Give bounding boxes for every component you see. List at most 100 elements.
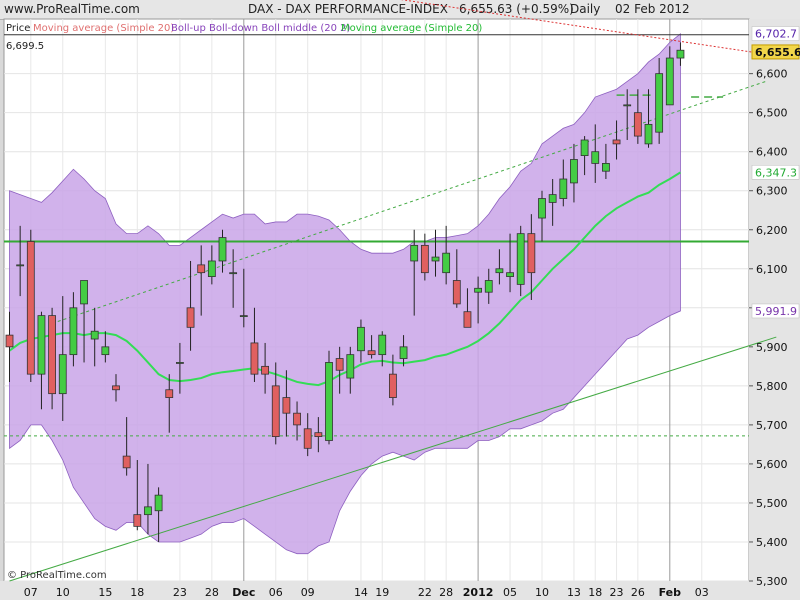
y-tick-label: 5,900 — [756, 341, 788, 354]
x-tick-label: 2012 — [463, 586, 494, 599]
x-tick-label: 06 — [269, 586, 283, 599]
candle-up — [229, 272, 238, 275]
x-tick-label: 23 — [610, 586, 624, 599]
candle-up — [207, 260, 216, 277]
x-tick-label: 18 — [588, 586, 602, 599]
y-tick-label: 5,800 — [756, 380, 788, 393]
chart-window: www.ProRealTime.com DAX - DAX PERFORMANC… — [0, 0, 800, 600]
candle-down — [335, 358, 344, 371]
candle-down — [165, 389, 174, 398]
candle-down — [133, 514, 142, 527]
candle-up — [516, 233, 525, 285]
candle-down — [527, 233, 536, 274]
candle-down — [463, 311, 472, 328]
y-tick-label: 5,700 — [756, 419, 788, 432]
x-tick-label: Dec — [232, 586, 255, 599]
candle-down — [26, 241, 35, 375]
candle-up — [538, 198, 546, 219]
y-tick-label: 6,400 — [756, 146, 788, 159]
candle-down — [112, 385, 120, 391]
candle-up — [144, 506, 152, 516]
candle-up — [676, 49, 685, 59]
price-chart[interactable]: 5,3005,4005,5005,6005,7005,8005,9006,000… — [0, 0, 800, 600]
watermark: © ProRealTime.com — [7, 570, 107, 581]
candle-down — [293, 412, 301, 426]
x-tick-label: 15 — [98, 586, 112, 599]
candle-up — [484, 280, 493, 293]
value-label: 6,702.7 — [755, 28, 797, 41]
candle-up — [175, 362, 184, 364]
candle-down — [367, 350, 376, 356]
x-tick-label: 03 — [695, 586, 709, 599]
value-label: 5,991.9 — [755, 305, 797, 318]
candle-up — [357, 326, 365, 352]
candle-up — [90, 330, 99, 340]
candle-down — [633, 112, 642, 137]
candle-up — [69, 307, 78, 356]
candle-down — [122, 455, 131, 469]
candle-down — [452, 280, 461, 305]
candle-down — [420, 244, 429, 274]
candle-up — [506, 272, 514, 277]
x-tick-label: 26 — [631, 586, 645, 599]
candle-down — [303, 428, 312, 449]
candle-up — [474, 287, 483, 293]
x-tick-label: Feb — [659, 586, 682, 599]
candle-up — [431, 256, 440, 262]
x-tick-label: 05 — [503, 586, 517, 599]
candle-up — [548, 194, 557, 203]
candle-down — [197, 264, 206, 274]
candle-up — [154, 494, 163, 512]
candle-down — [250, 342, 259, 375]
candle-down — [48, 315, 56, 395]
x-tick-label: 10 — [56, 586, 70, 599]
candle-up — [570, 159, 578, 184]
candle-up — [58, 354, 67, 395]
candle-up — [644, 123, 653, 145]
x-tick-label: 28 — [439, 586, 453, 599]
y-tick-label: 5,600 — [756, 458, 788, 471]
y-tick-label: 5,300 — [756, 575, 788, 588]
candle-up — [623, 104, 632, 107]
x-tick-label: 19 — [375, 586, 389, 599]
candle-up — [495, 268, 504, 274]
candle-up — [580, 139, 589, 156]
candle-up — [239, 315, 248, 318]
candle-up — [378, 334, 387, 356]
x-tick-label: 28 — [205, 586, 219, 599]
candle-down — [186, 307, 195, 328]
candle-up — [591, 151, 600, 164]
y-tick-label: 6,300 — [756, 185, 788, 198]
y-tick-label: 5,500 — [756, 497, 788, 510]
y-tick-label: 5,400 — [756, 536, 788, 549]
x-tick-label: 07 — [24, 586, 38, 599]
legend-ma-red: Moving average (Simple 20) — [33, 23, 174, 34]
candle-up — [325, 362, 333, 441]
candle-up — [442, 252, 451, 274]
x-tick-label: 22 — [418, 586, 432, 599]
candle-up — [37, 315, 46, 375]
value-label: 6,347.3 — [755, 166, 797, 179]
candle-up — [218, 237, 227, 262]
y-tick-label: 6,100 — [756, 263, 788, 276]
candle-down — [271, 385, 280, 437]
candle-down — [282, 397, 291, 414]
candle-down — [388, 373, 397, 398]
candle-up — [655, 73, 664, 133]
candle-down — [5, 334, 14, 348]
legend-bollinger: Boll-up Boll-down Boll middle (20 2) — [171, 23, 351, 34]
x-tick-label: 14 — [354, 586, 368, 599]
candle-up — [602, 163, 610, 172]
x-tick-label: 23 — [173, 586, 187, 599]
left-level-label: 6,699.5 — [6, 41, 44, 52]
candle-down — [612, 139, 621, 145]
legend-ma-green: Moving average (Simple 20) — [341, 23, 482, 34]
x-tick-label: 10 — [535, 586, 549, 599]
x-tick-label: 13 — [567, 586, 581, 599]
candle-up — [101, 346, 110, 356]
candle-up — [80, 280, 88, 305]
candle-down — [261, 365, 270, 375]
y-tick-label: 6,200 — [756, 224, 788, 237]
candle-up — [559, 178, 568, 199]
candle-up — [346, 354, 355, 379]
